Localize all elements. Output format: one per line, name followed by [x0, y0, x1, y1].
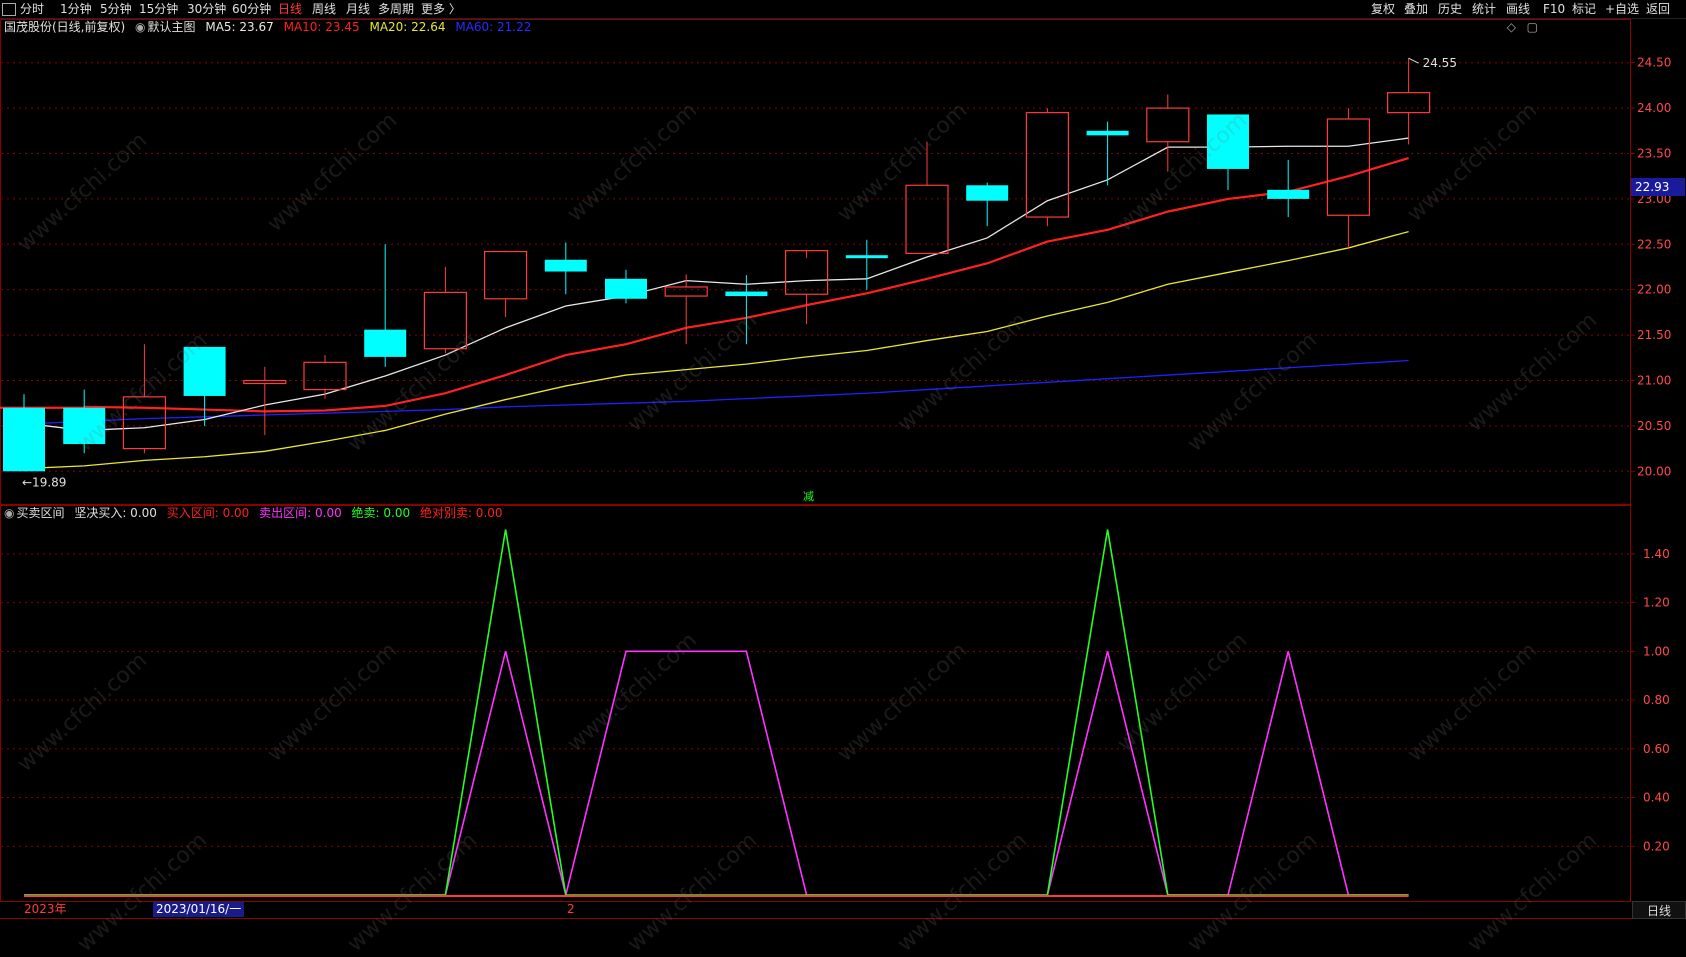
indicator-axis-label: 0.60 [1643, 742, 1670, 756]
candle-body [183, 346, 226, 396]
candle-body [1146, 107, 1190, 143]
period-button[interactable]: 日线 [1632, 901, 1686, 919]
candle-body [664, 286, 708, 297]
indicator-axis-label: 0.40 [1643, 791, 1670, 805]
indicator-magenta-line [24, 650, 1409, 896]
low-price-label: ←19.89 [22, 475, 66, 489]
candle-body [1386, 92, 1431, 114]
year-label: 2023年 [24, 902, 67, 916]
high-pointer [1408, 57, 1419, 64]
current-price-tag: 22.93 [1631, 178, 1685, 196]
candle-body [303, 361, 347, 391]
indicator-axis-label: 0.20 [1643, 839, 1670, 853]
price-axis-label: 24.50 [1637, 56, 1671, 70]
candle-body [845, 255, 888, 259]
ma20-line [23, 230, 1409, 470]
candle-body [1086, 130, 1129, 136]
candle-body [605, 278, 647, 299]
candle-body [423, 291, 467, 350]
ma5-line [23, 137, 1409, 432]
main-panel-frame [0, 19, 1631, 505]
price-axis-label: 22.00 [1637, 283, 1671, 297]
candle-body [725, 291, 768, 297]
price-axis-label: 23.50 [1637, 147, 1671, 161]
indicator-axis-label: 1.40 [1643, 547, 1670, 561]
candle-body [122, 396, 167, 450]
ma60-line [23, 359, 1409, 425]
high-price-label: 24.55 [1423, 56, 1457, 70]
candle-body [1326, 118, 1371, 216]
indicator-axis-label: 1.20 [1643, 596, 1670, 610]
candle-body [1207, 114, 1249, 169]
price-axis-label: 21.00 [1637, 374, 1671, 388]
candle-body [544, 259, 587, 272]
cursor-date-tag: 2023/01/16/一 [153, 902, 245, 917]
candle-body [3, 407, 45, 472]
candle-body [364, 329, 407, 357]
sub-panel-frame [0, 505, 1631, 902]
price-axis-label: 22.50 [1637, 237, 1671, 251]
chart-area[interactable]: 24.5024.0023.5023.0022.5022.0021.5021.00… [0, 0, 1686, 920]
signal-marker: 减 [803, 490, 814, 503]
indicator-green-line [24, 529, 1409, 896]
candle-body [905, 184, 949, 254]
candle-body [63, 407, 106, 445]
candle-body [484, 250, 528, 300]
candle-body [1267, 189, 1310, 199]
price-axis-label: 24.00 [1637, 101, 1671, 115]
price-axis-label: 21.50 [1637, 328, 1671, 342]
indicator-axis-label: 0.80 [1643, 693, 1670, 707]
indicator-axis-label: 1.00 [1643, 644, 1670, 658]
candle-body [966, 185, 1009, 201]
price-axis-label: 20.00 [1637, 464, 1671, 478]
candle-body [243, 379, 287, 385]
month-label: 2 [567, 902, 575, 916]
price-axis-label: 20.50 [1637, 419, 1671, 433]
